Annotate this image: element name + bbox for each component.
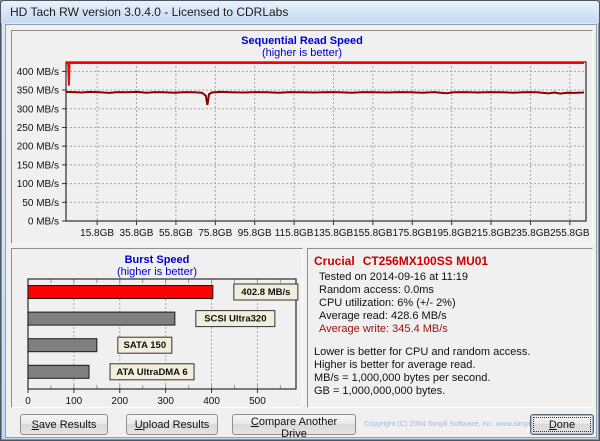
burst-bar-1 xyxy=(27,311,176,326)
burst-speed-chart: 0 100 200 300 400 500 402.8 MB/s SCSI Ultra320 S… xyxy=(25,278,299,407)
burst-bar-3 xyxy=(27,364,90,379)
copyright-text: Copyright (C) 2004 Simpli Software, Inc.… xyxy=(364,419,576,428)
random-access-line: Random access: 0.0ms xyxy=(319,284,434,296)
compare-another-drive-button[interactable]: Compare Another Drive xyxy=(232,414,356,440)
note-line: Higher is better for average read. xyxy=(314,359,476,371)
svg-text:200: 200 xyxy=(111,396,128,407)
svg-text:250 MB/s: 250 MB/s xyxy=(17,123,59,134)
done-button[interactable]: Done xyxy=(530,414,594,435)
svg-text:55.8GB: 55.8GB xyxy=(159,228,193,239)
tested-on-line: Tested on 2014-09-16 at 11:19 xyxy=(319,271,469,283)
svg-text:400: 400 xyxy=(203,396,220,407)
svg-text:175.8GB: 175.8GB xyxy=(393,228,433,239)
burst-speed-panel: Burst Speed (higher is better) 0 100 200 30… xyxy=(11,248,303,408)
note-line: GB = 1,000,000,000 bytes. xyxy=(314,385,446,397)
svg-text:SCSI Ultra320: SCSI Ultra320 xyxy=(204,314,266,325)
save-results-button[interactable]: Save Results xyxy=(20,414,108,435)
svg-text:SATA 150: SATA 150 xyxy=(124,340,167,351)
svg-text:ATA UltraDMA 6: ATA UltraDMA 6 xyxy=(116,367,187,378)
notes-block: Lower is better for CPU and random acces… xyxy=(314,346,586,398)
average-read-line: Average read: 428.6 MB/s xyxy=(319,310,447,322)
window-title: HD Tach RW version 3.0.4.0 - Licensed to… xyxy=(10,5,289,19)
svg-text:300: 300 xyxy=(157,396,174,407)
svg-text:200 MB/s: 200 MB/s xyxy=(17,142,59,153)
svg-text:75.8GB: 75.8GB xyxy=(198,228,232,239)
client-area: Sequential Read Speed (higher is better)… xyxy=(5,24,597,440)
svg-text:255.8GB: 255.8GB xyxy=(550,228,590,239)
series-sequential-write xyxy=(65,90,585,106)
svg-text:15.8GB: 15.8GB xyxy=(80,228,114,239)
titlebar[interactable]: HD Tach RW version 3.0.4.0 - Licensed to… xyxy=(1,1,599,23)
series-sequential-read xyxy=(66,62,584,86)
note-line: Lower is better for CPU and random acces… xyxy=(314,346,531,358)
svg-text:400 MB/s: 400 MB/s xyxy=(17,67,59,78)
average-write-line: Average write: 345.4 MB/s xyxy=(319,323,448,335)
svg-text:235.8GB: 235.8GB xyxy=(511,228,551,239)
sequential-read-chart: 0 MB/s 50 MB/s 100 MB/s 150 MB/s 200 MB/s 250… xyxy=(17,61,590,239)
svg-text:135.8GB: 135.8GB xyxy=(314,228,354,239)
svg-text:115.8GB: 115.8GB xyxy=(275,228,314,239)
drive-name: Crucial CT256MX100SS MU01 xyxy=(314,254,586,268)
svg-text:155.8GB: 155.8GB xyxy=(353,228,393,239)
svg-text:350 MB/s: 350 MB/s xyxy=(17,86,59,97)
sequential-read-panel: Sequential Read Speed (higher is better)… xyxy=(11,30,593,244)
app-window: HD Tach RW version 3.0.4.0 - Licensed to… xyxy=(0,0,600,441)
note-line: MB/s = 1,000,000 bytes per second. xyxy=(314,372,491,384)
cpu-utilization-line: CPU utilization: 6% (+/- 2%) xyxy=(319,297,456,309)
svg-text:100 MB/s: 100 MB/s xyxy=(17,179,59,190)
svg-text:95.8GB: 95.8GB xyxy=(238,228,272,239)
burst-bar-0 xyxy=(27,285,214,299)
drive-brand: Crucial xyxy=(314,254,355,268)
svg-text:300 MB/s: 300 MB/s xyxy=(17,104,59,115)
svg-text:100: 100 xyxy=(66,396,83,407)
svg-text:402.8 MB/s: 402.8 MB/s xyxy=(241,287,290,298)
svg-text:500: 500 xyxy=(249,396,266,407)
drive-model: CT256MX100SS MU01 xyxy=(362,254,489,268)
upload-results-button[interactable]: Upload Results xyxy=(126,414,218,435)
svg-text:150 MB/s: 150 MB/s xyxy=(17,160,59,171)
drive-info-panel: Crucial CT256MX100SS MU01 Tested on 2014-… xyxy=(307,248,593,408)
burst-bar-2 xyxy=(27,338,98,353)
svg-text:0 MB/s: 0 MB/s xyxy=(28,217,59,228)
svg-text:215.8GB: 215.8GB xyxy=(471,228,511,239)
svg-text:35.8GB: 35.8GB xyxy=(120,228,154,239)
svg-text:50 MB/s: 50 MB/s xyxy=(22,198,59,209)
svg-text:195.8GB: 195.8GB xyxy=(432,228,472,239)
svg-text:0: 0 xyxy=(25,396,31,407)
